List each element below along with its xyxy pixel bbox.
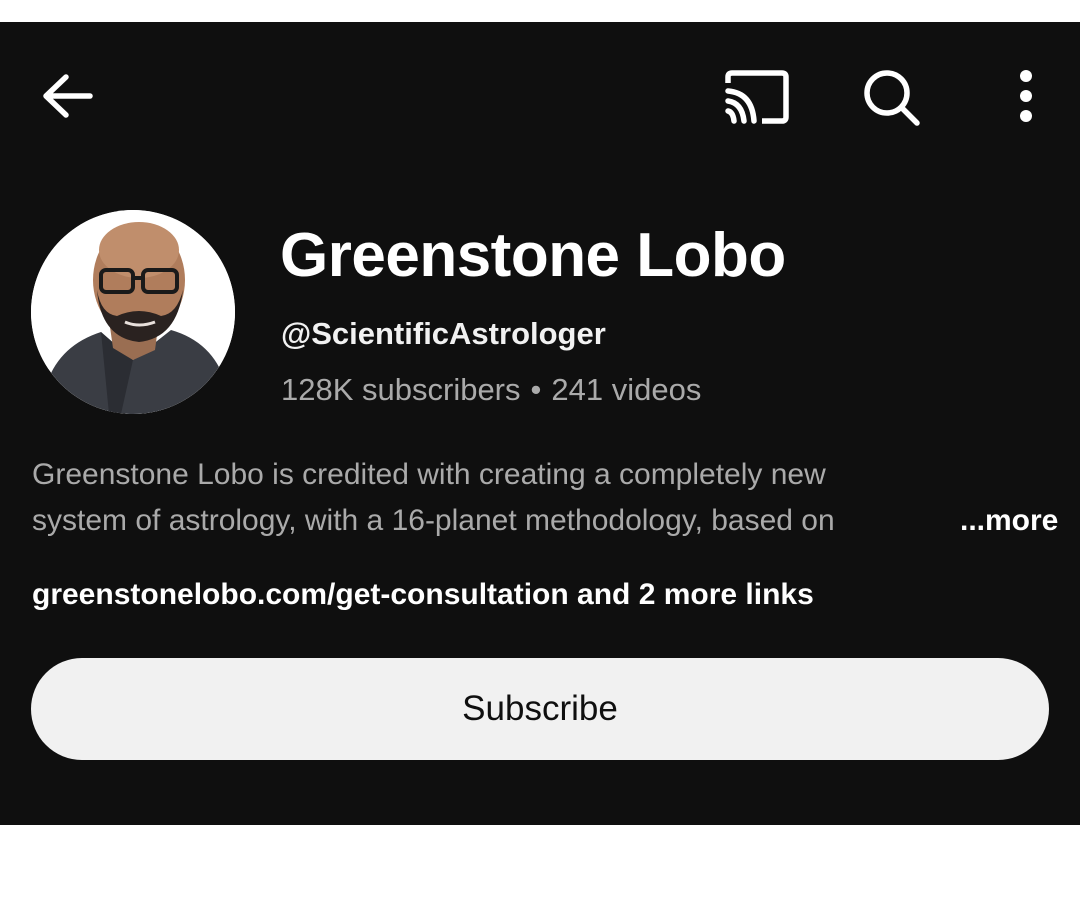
description-text: system of astrology, with a 16-planet me… bbox=[32, 504, 835, 537]
channel-links[interactable]: greenstonelobo.com/get-consultation and … bbox=[32, 578, 814, 612]
stats-separator: • bbox=[530, 372, 542, 407]
channel-description[interactable]: Greenstone Lobo is credited with creatin… bbox=[32, 452, 1058, 544]
subscribe-button[interactable]: Subscribe bbox=[31, 658, 1049, 760]
description-line: Greenstone Lobo is credited with creatin… bbox=[32, 458, 826, 491]
more-vert-icon[interactable] bbox=[1004, 66, 1048, 126]
subscriber-count: 128K subscribers bbox=[281, 372, 521, 407]
description-fade bbox=[872, 498, 922, 544]
video-count: 241 videos bbox=[551, 372, 702, 407]
channel-header: Greenstone Lobo @ScientificAstrologer 12… bbox=[0, 22, 1080, 825]
description-line-truncated: system of astrology, with a 16-planet me… bbox=[32, 498, 922, 544]
search-icon[interactable] bbox=[856, 64, 926, 130]
arrow-left-icon[interactable] bbox=[30, 66, 100, 126]
channel-handle: @ScientificAstrologer bbox=[281, 316, 606, 351]
channel-avatar[interactable] bbox=[31, 210, 235, 414]
subscribe-label: Subscribe bbox=[462, 689, 618, 728]
more-link[interactable]: ...more bbox=[960, 498, 1058, 544]
channel-stats: 128K subscribers • 241 videos bbox=[281, 372, 701, 408]
channel-name: Greenstone Lobo bbox=[280, 221, 786, 290]
cast-icon[interactable] bbox=[718, 66, 794, 128]
